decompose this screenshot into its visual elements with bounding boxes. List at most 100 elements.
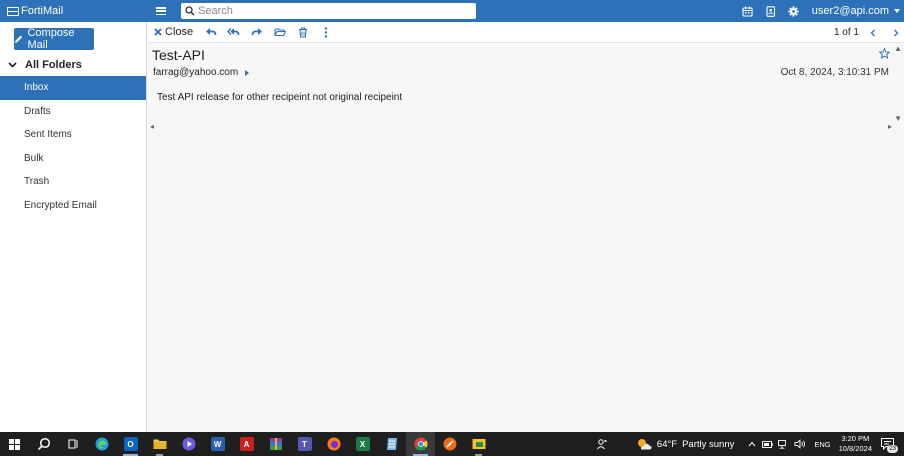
people-icon[interactable] (596, 438, 608, 450)
task-view-button[interactable] (58, 432, 87, 456)
input-language[interactable]: ENG (814, 440, 830, 449)
folder-bulk[interactable]: Bulk (0, 147, 146, 171)
taskbar: O W A T X 64°F Partly sunny ENG 3:20 PM … (0, 432, 904, 456)
folder-drafts[interactable]: Drafts (0, 100, 146, 124)
folder-icon (153, 439, 166, 449)
sender-email: farrag@yahoo.com (153, 67, 239, 78)
word-icon: W (210, 437, 225, 451)
fortimail-app: FortiMail user2@api.com Co (0, 0, 904, 432)
fortimail-logo-icon (7, 7, 19, 16)
weather-temp: 64°F (656, 438, 678, 450)
message-pane: Close 1 of 1 Test-API ▲ farrag@yahoo.com… (148, 22, 904, 432)
firefox-icon (327, 437, 340, 451)
clock-date: 10/8/2024 (838, 444, 872, 453)
message-toolbar: Close 1 of 1 (148, 22, 904, 43)
address-book-icon[interactable] (760, 0, 782, 22)
pager-text: 1 of 1 (833, 27, 859, 38)
chevron-down-icon (894, 9, 900, 13)
trash-icon (298, 27, 307, 38)
compose-mail-button[interactable]: Compose Mail (14, 27, 94, 51)
calendar-icon[interactable] (737, 0, 759, 22)
sidebar: Compose Mail All Folders Inbox Drafts Se… (0, 22, 147, 432)
taskbar-word[interactable]: W (203, 432, 232, 456)
all-folders-toggle[interactable]: All Folders (8, 58, 82, 72)
chevron-down-icon (8, 62, 17, 68)
clock[interactable]: 3:20 PM 10/8/2024 (839, 434, 872, 454)
user-email: user2@api.com (811, 5, 889, 17)
forward-icon (251, 28, 262, 36)
chevron-up-icon[interactable] (748, 441, 756, 447)
app-title: FortiMail (21, 5, 64, 17)
expand-details-icon[interactable] (245, 69, 250, 76)
taskbar-edge[interactable] (87, 432, 116, 456)
scroll-up-icon[interactable]: ▲ (894, 44, 902, 53)
taskbar-media-player[interactable] (174, 432, 203, 456)
scroll-down-icon[interactable]: ▼ (894, 114, 902, 123)
user-menu[interactable]: user2@api.com (812, 5, 900, 17)
close-label: Close (165, 26, 194, 38)
delete-button[interactable] (291, 22, 314, 43)
compass-icon (443, 437, 456, 451)
search-input[interactable] (198, 4, 468, 18)
network-icon[interactable] (778, 439, 789, 449)
taskbar-teams[interactable]: T (290, 432, 319, 456)
reply-button[interactable] (199, 22, 222, 43)
pencil-icon (14, 35, 23, 43)
move-to-folder-button[interactable] (268, 22, 291, 43)
top-bar: FortiMail user2@api.com (0, 0, 904, 22)
search-box[interactable] (181, 3, 476, 19)
archive-icon (269, 438, 282, 450)
header-actions: user2@api.com (736, 0, 904, 22)
notification-center-button[interactable]: 23 (878, 435, 898, 453)
search-icon (37, 437, 50, 451)
message-date: Oct 8, 2024, 3:10:31 PM (780, 67, 889, 78)
brand[interactable]: FortiMail (0, 5, 145, 17)
taskbar-winrar[interactable] (261, 432, 290, 456)
taskbar-app-orange[interactable] (435, 432, 464, 456)
folder-list: Inbox Drafts Sent Items Bulk Trash Encry… (0, 76, 146, 217)
folder-inbox[interactable]: Inbox (0, 76, 146, 100)
chevron-left-icon[interactable] (870, 29, 876, 37)
taskbar-app-yellow[interactable] (464, 432, 493, 456)
taskbar-firefox[interactable] (319, 432, 348, 456)
more-vertical-icon (324, 26, 327, 38)
weather-desc: Partly sunny (682, 438, 735, 450)
reply-all-button[interactable] (222, 22, 245, 43)
all-folders-label: All Folders (25, 59, 82, 71)
forward-button[interactable] (245, 22, 268, 43)
reply-all-icon (227, 28, 240, 36)
search-icon (185, 6, 195, 16)
taskbar-excel[interactable]: X (348, 432, 377, 456)
taskbar-acrobat[interactable]: A (232, 432, 261, 456)
folder-sent-items[interactable]: Sent Items (0, 123, 146, 147)
taskbar-notes[interactable] (377, 432, 406, 456)
volume-icon[interactable] (794, 439, 806, 449)
message-sender[interactable]: farrag@yahoo.com (153, 67, 250, 78)
system-tray: 64°F Partly sunny ENG 3:20 PM 10/8/2024 … (596, 432, 904, 456)
scroll-left-icon[interactable]: ◂ (150, 122, 154, 131)
scroll-right-icon[interactable]: ▸ (888, 122, 892, 131)
taskbar-file-explorer[interactable] (145, 432, 174, 456)
taskbar-chrome[interactable] (406, 432, 435, 456)
folder-open-icon (274, 28, 286, 37)
folder-encrypted-email[interactable]: Encrypted Email (0, 194, 146, 218)
message-body: Test API release for other recipeint not… (157, 92, 403, 103)
gear-icon[interactable] (783, 0, 805, 22)
battery-icon[interactable] (762, 440, 774, 448)
teams-icon: T (297, 437, 312, 451)
task-view-icon (68, 439, 77, 449)
close-button[interactable]: Close (154, 26, 193, 38)
windows-logo-icon (9, 438, 20, 450)
message-subject: Test-API (152, 47, 205, 63)
menu-toggle-icon[interactable] (156, 7, 166, 16)
taskbar-outlook[interactable]: O (116, 432, 145, 456)
start-button[interactable] (0, 432, 29, 456)
weather-widget[interactable]: 64°F Partly sunny (636, 437, 734, 451)
star-icon[interactable] (879, 48, 890, 59)
taskbar-search-button[interactable] (29, 432, 58, 456)
chevron-right-icon[interactable] (893, 29, 899, 37)
more-actions-button[interactable] (314, 22, 337, 43)
pdf-icon: A (239, 437, 254, 451)
folder-trash[interactable]: Trash (0, 170, 146, 194)
edge-icon (95, 437, 108, 451)
